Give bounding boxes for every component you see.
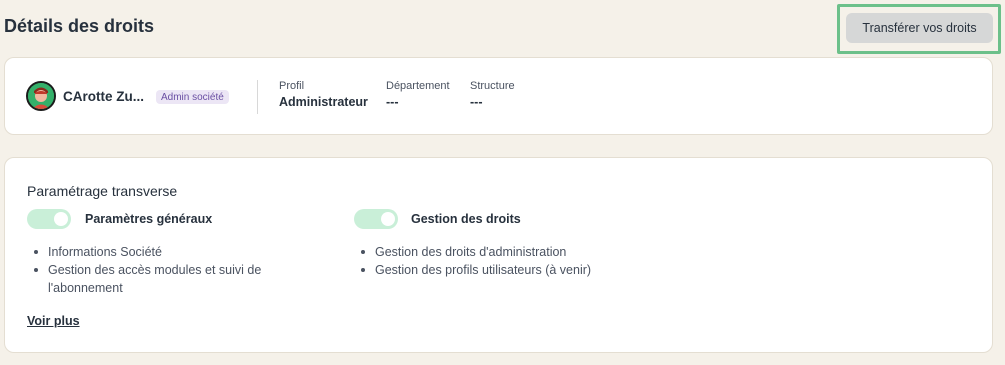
profile-card: CArotte Zu... Admin société Profil Admin… — [4, 57, 993, 135]
see-more-link[interactable]: Voir plus — [27, 314, 80, 328]
avatar — [26, 81, 56, 111]
user-name: CArotte Zu... — [63, 89, 144, 104]
department-field-value: --- — [386, 95, 399, 109]
toggle-label-rights-management: Gestion des droits — [411, 212, 521, 226]
toggle-knob — [381, 212, 395, 226]
toggle-knob — [54, 212, 68, 226]
toggle-label-general-settings: Paramètres généraux — [85, 212, 213, 226]
rights-management-list: Gestion des droits d'administration Gest… — [355, 243, 695, 279]
toggle-general-settings[interactable] — [27, 209, 71, 229]
role-badge: Admin société — [156, 90, 229, 104]
list-item: Informations Société — [28, 243, 288, 261]
department-field-label: Département — [386, 80, 450, 92]
toggle-rights-management[interactable] — [354, 209, 398, 229]
section-title: Paramétrage transverse — [27, 183, 178, 199]
general-settings-list: Informations Société Gestion des accès m… — [28, 243, 288, 297]
list-item: Gestion des droits d'administration — [355, 243, 695, 261]
profile-field-label: Profil — [279, 80, 305, 92]
structure-field-value: --- — [470, 95, 483, 109]
list-item: Gestion des accès modules et suivi de l'… — [28, 261, 288, 297]
profile-field-value: Administrateur — [279, 95, 368, 109]
transfer-rights-button[interactable]: Transférer vos droits — [846, 13, 993, 43]
page-title: Détails des droits — [4, 16, 155, 36]
profile-divider — [257, 80, 258, 114]
structure-field-label: Structure — [470, 80, 515, 92]
list-item: Gestion des profils utilisateurs (à veni… — [355, 261, 695, 279]
settings-card: Paramétrage transverse Paramètres généra… — [4, 157, 993, 353]
avatar-icon — [28, 83, 54, 109]
